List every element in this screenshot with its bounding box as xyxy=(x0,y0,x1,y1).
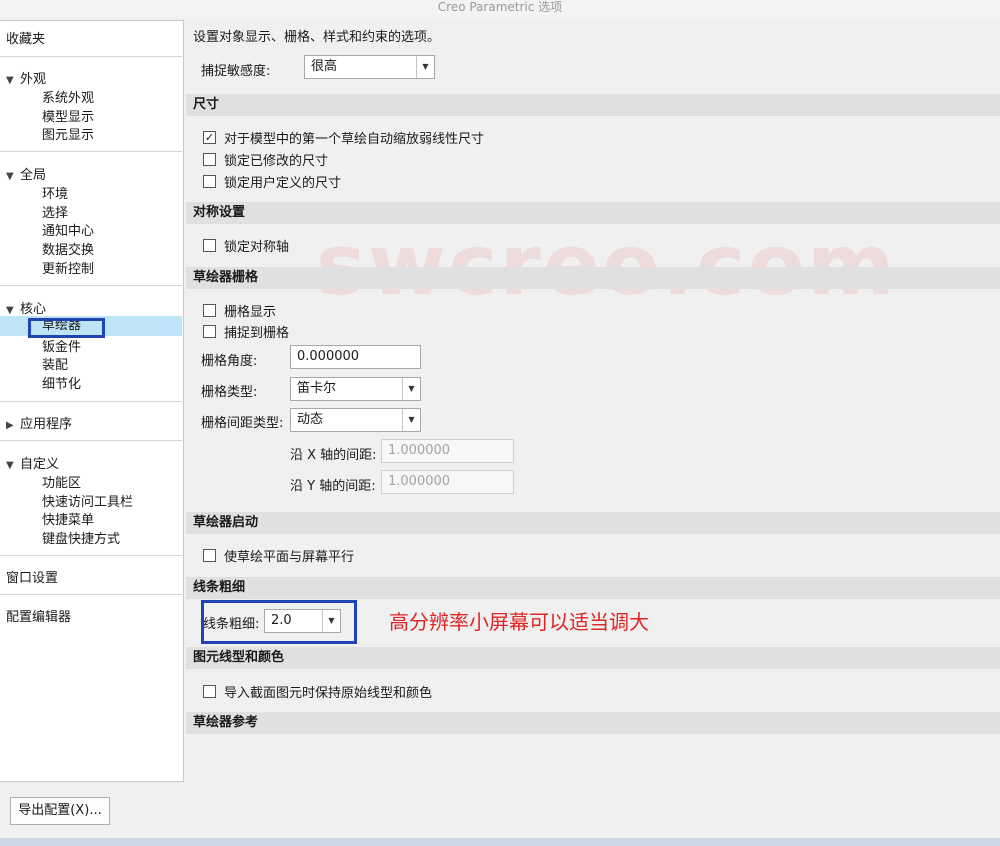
sidebar-item-window-settings[interactable]: 窗口设置 xyxy=(6,567,58,586)
sidebar-item-shortcut-menu[interactable]: 快捷菜单 xyxy=(42,509,94,528)
window-title: Creo Parametric 选项 xyxy=(0,0,1000,18)
sidebar-item-data-exchange[interactable]: 数据交换 xyxy=(42,239,94,258)
section-sketcher-grid: 草绘器栅格 xyxy=(186,267,1000,289)
sidebar-divider xyxy=(0,594,182,595)
sidebar-item-ribbon[interactable]: 功能区 xyxy=(42,472,81,491)
section-entity-line-style: 图元线型和颜色 xyxy=(186,647,1000,669)
sidebar-item-assembly[interactable]: 装配 xyxy=(42,354,68,373)
sidebar-group-global[interactable]: ▼ 全局 xyxy=(6,164,46,183)
dropdown-arrow-icon[interactable]: ▼ xyxy=(416,56,434,78)
checkbox-unchecked[interactable] xyxy=(203,239,216,252)
sidebar-item-selection[interactable]: 选择 xyxy=(42,202,68,221)
sidebar-item-update-control[interactable]: 更新控制 xyxy=(42,258,94,277)
grid-angle-input[interactable]: 0.000000 xyxy=(290,345,421,369)
section-symmetry: 对称设置 xyxy=(186,202,1000,224)
sidebar-divider xyxy=(0,440,182,441)
y-spacing-input[interactable]: 1.000000 xyxy=(381,470,514,494)
option-auto-scale-weak-dims[interactable]: ✓ 对于模型中的第一个草绘自动缩放弱线性尺寸 xyxy=(203,128,484,147)
expand-down-icon[interactable]: ▼ xyxy=(6,460,20,471)
option-align-sketch-plane[interactable]: 使草绘平面与屏幕平行 xyxy=(203,546,354,565)
panel-intro: 设置对象显示、栅格、样式和约束的选项。 xyxy=(193,30,441,45)
sidebar-item-keyboard-shortcuts[interactable]: 键盘快捷方式 xyxy=(42,528,120,547)
section-dimensions: 尺寸 xyxy=(186,94,1000,116)
grid-type-select[interactable]: 笛卡尔 ▼ xyxy=(290,377,421,401)
sidebar-item-environment[interactable]: 环境 xyxy=(42,183,68,202)
checkbox-unchecked[interactable] xyxy=(203,549,216,562)
sidebar-divider xyxy=(0,401,182,402)
sidebar-item-entity-display[interactable]: 图元显示 xyxy=(42,124,94,143)
sidebar-item-model-display[interactable]: 模型显示 xyxy=(42,106,94,125)
section-sketcher-startup: 草绘器启动 xyxy=(186,512,1000,534)
annotation-text: 高分辨率小屏幕可以适当调大 xyxy=(389,610,649,634)
sidebar-group-customize[interactable]: ▼ 自定义 xyxy=(6,453,59,472)
expand-down-icon[interactable]: ▼ xyxy=(6,305,20,316)
option-snap-to-grid[interactable]: 捕捉到栅格 xyxy=(203,322,289,341)
x-spacing-input[interactable]: 1.000000 xyxy=(381,439,514,463)
section-line-thickness: 线条粗细 xyxy=(186,577,1000,599)
dropdown-arrow-icon[interactable]: ▼ xyxy=(402,378,420,400)
watermark: swcreo.com xyxy=(316,216,897,314)
sidebar-divider xyxy=(0,56,182,57)
sidebar-item-quick-access-toolbar[interactable]: 快速访问工具栏 xyxy=(42,491,133,510)
export-config-button[interactable]: 导出配置(X)... xyxy=(10,797,110,825)
sidebar-item-favorites[interactable]: 收藏夹 xyxy=(6,28,45,47)
option-grid-display[interactable]: 栅格显示 xyxy=(203,301,276,320)
taskbar-strip xyxy=(0,838,1000,846)
sidebar-item-sheetmetal[interactable]: 钣金件 xyxy=(42,336,81,355)
options-sidebar: 收藏夹 ▼ 外观 系统外观 模型显示 图元显示 ▼ 全局 环境 选择 通知中心 数据… xyxy=(0,20,184,782)
grid-spacing-type-label: 栅格间距类型: xyxy=(201,416,284,431)
checkbox-unchecked[interactable] xyxy=(203,304,216,317)
y-spacing-label: 沿 Y 轴的间距: xyxy=(290,479,376,494)
section-sketcher-reference: 草绘器参考 xyxy=(186,712,1000,734)
sidebar-group-appearance[interactable]: ▼ 外观 xyxy=(6,68,46,87)
sidebar-group-applications[interactable]: ▶ 应用程序 xyxy=(6,413,72,432)
checkbox-checked[interactable]: ✓ xyxy=(203,131,216,144)
option-lock-symmetry-axis[interactable]: 锁定对称轴 xyxy=(203,236,289,255)
grid-angle-label: 栅格角度: xyxy=(201,354,258,369)
sidebar-item-detailing[interactable]: 细节化 xyxy=(42,373,81,392)
checkbox-unchecked[interactable] xyxy=(203,685,216,698)
sidebar-group-core[interactable]: ▼ 核心 xyxy=(6,298,46,317)
sidebar-divider xyxy=(0,285,182,286)
sketcher-highlight-box xyxy=(28,318,105,338)
options-main-panel: swcreo.com 设置对象显示、栅格、样式和约束的选项。 捕捉敏感度: 很高… xyxy=(186,20,1000,782)
checkbox-unchecked[interactable] xyxy=(203,153,216,166)
dropdown-arrow-icon[interactable]: ▼ xyxy=(402,409,420,431)
expand-right-icon[interactable]: ▶ xyxy=(6,420,20,431)
expand-down-icon[interactable]: ▼ xyxy=(6,75,20,86)
sidebar-item-system-appearance[interactable]: 系统外观 xyxy=(42,87,94,106)
checkbox-unchecked[interactable] xyxy=(203,175,216,188)
checkbox-unchecked[interactable] xyxy=(203,325,216,338)
option-keep-original-linestyle[interactable]: 导入截面图元时保持原始线型和颜色 xyxy=(203,682,432,701)
x-spacing-label: 沿 X 轴的间距: xyxy=(290,448,377,463)
grid-type-label: 栅格类型: xyxy=(201,385,258,400)
dialog-footer: 导出配置(X)... xyxy=(0,783,1000,838)
expand-down-icon[interactable]: ▼ xyxy=(6,171,20,182)
snap-sensitivity-label: 捕捉敏感度: xyxy=(201,64,271,79)
option-lock-user-dims[interactable]: 锁定用户定义的尺寸 xyxy=(203,172,341,191)
sidebar-divider xyxy=(0,555,182,556)
line-thickness-highlight-box xyxy=(201,600,357,644)
sidebar-divider xyxy=(0,151,182,152)
option-lock-modified-dims[interactable]: 锁定已修改的尺寸 xyxy=(203,150,328,169)
sidebar-item-config-editor[interactable]: 配置编辑器 xyxy=(6,606,71,625)
sidebar-item-notification-center[interactable]: 通知中心 xyxy=(42,220,94,239)
snap-sensitivity-select[interactable]: 很高 ▼ xyxy=(304,55,435,79)
grid-spacing-type-select[interactable]: 动态 ▼ xyxy=(290,408,421,432)
